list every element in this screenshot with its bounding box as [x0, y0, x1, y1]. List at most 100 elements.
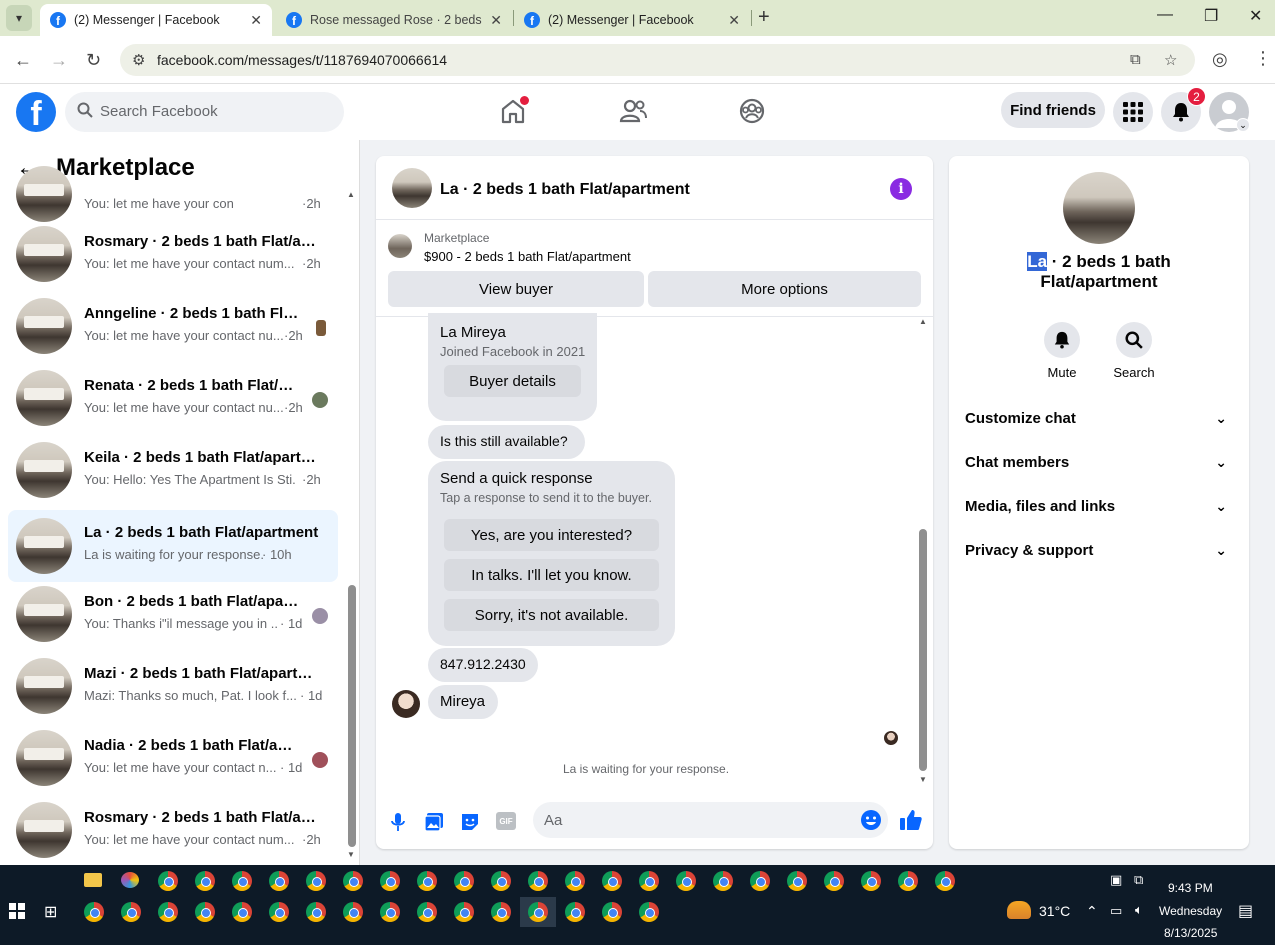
chrome-taskbar-icon[interactable]	[750, 871, 770, 891]
inbox-scrollbar-thumb[interactable]	[348, 585, 356, 847]
conversation-item[interactable]: Anngeline · 2 beds 1 bath Flat... You: l…	[8, 294, 338, 358]
notification-center-icon[interactable]: ▤	[1238, 901, 1253, 921]
media-files-links-row[interactable]: Media, files and links ⌄	[965, 498, 1233, 526]
thumbs-up-icon[interactable]	[899, 808, 923, 832]
chrome-taskbar-icon[interactable]	[343, 902, 363, 922]
conversation-item[interactable]: Rosmary · 2 beds 1 bath Flat/apa... You:…	[8, 798, 338, 862]
info-icon[interactable]: i	[890, 178, 912, 200]
chrome-taskbar-icon[interactable]	[676, 871, 696, 891]
tab-messenger-active[interactable]: f (2) Messenger | Facebook ✕	[40, 4, 272, 36]
file-explorer-icon[interactable]	[84, 873, 102, 887]
weather-temp[interactable]: 31°C	[1039, 903, 1070, 919]
conversation-item-selected[interactable]: La · 2 beds 1 bath Flat/apartment La is …	[8, 510, 338, 582]
site-settings-icon[interactable]: ⚙	[132, 51, 145, 69]
chrome-taskbar-icon[interactable]	[528, 871, 548, 891]
chrome-taskbar-icon[interactable]	[84, 902, 104, 922]
volume-icon[interactable]: 🔈︎	[1135, 902, 1143, 918]
scroll-up-arrow-icon[interactable]: ▲	[347, 190, 355, 199]
chrome-menu-icon[interactable]: ⋮	[1254, 48, 1272, 69]
url-text[interactable]: facebook.com/messages/t/1187694070066614	[157, 52, 447, 68]
listing-price-title[interactable]: $900 - 2 beds 1 bath Flat/apartment	[424, 249, 631, 264]
facebook-search-input[interactable]: Search Facebook	[65, 92, 344, 132]
chat-members-row[interactable]: Chat members ⌄	[965, 454, 1233, 482]
conversation-item[interactable]: Nadia · 2 beds 1 bath Flat/apa... You: l…	[8, 726, 338, 790]
chrome-taskbar-icon[interactable]	[158, 871, 178, 891]
sticker-icon[interactable]	[460, 812, 480, 832]
chrome-taskbar-icon[interactable]	[491, 871, 511, 891]
chrome-taskbar-icon[interactable]	[454, 871, 474, 891]
chrome-taskbar-icon-active[interactable]	[528, 902, 548, 922]
chrome-taskbar-icon[interactable]	[306, 902, 326, 922]
new-tab-icon[interactable]: +	[758, 6, 770, 29]
chrome-taskbar-icon[interactable]	[269, 902, 289, 922]
system-tray-chevron-icon[interactable]: ⌃	[1086, 903, 1098, 920]
chrome-taskbar-icon[interactable]	[269, 871, 289, 891]
chrome-taskbar-icon[interactable]	[343, 871, 363, 891]
chrome-taskbar-icon[interactable]	[232, 902, 252, 922]
chrome-taskbar-icon[interactable]	[380, 902, 400, 922]
chrome-taskbar-icon[interactable]	[454, 902, 474, 922]
mute-button[interactable]: Mute	[1032, 322, 1092, 380]
chrome-taskbar-icon[interactable]	[639, 902, 659, 922]
account-chevron-icon[interactable]: ⌄	[1236, 118, 1250, 132]
minimize-icon[interactable]: —	[1157, 6, 1173, 24]
tab-close-icon[interactable]: ✕	[728, 12, 740, 29]
chat-scroll-down-icon[interactable]: ▼	[919, 775, 927, 784]
scroll-down-arrow-icon[interactable]: ▼	[347, 850, 355, 859]
conversation-item[interactable]: Rosmary · 2 beds 1 bath Flat/apa... You:…	[8, 222, 338, 286]
quick-response-unavailable-button[interactable]: Sorry, it's not available.	[444, 599, 659, 631]
tab-close-icon[interactable]: ✕	[486, 12, 502, 29]
quick-response-talks-button[interactable]: In talks. I'll let you know.	[444, 559, 659, 591]
network-icon[interactable]: ▭	[1110, 903, 1122, 919]
bookmark-star-icon[interactable]: ☆	[1164, 51, 1177, 69]
meet-now-icon[interactable]: ▣	[1110, 872, 1122, 888]
chrome-taskbar-icon[interactable]	[602, 902, 622, 922]
quick-response-yes-button[interactable]: Yes, are you interested?	[444, 519, 659, 551]
search-conversation-button[interactable]: Search	[1104, 322, 1164, 380]
chrome-taskbar-icon[interactable]	[417, 902, 437, 922]
buyer-avatar[interactable]	[392, 690, 420, 718]
page-scrollbar[interactable]	[1266, 140, 1275, 865]
chrome-taskbar-icon[interactable]	[158, 902, 178, 922]
restore-icon[interactable]: ❐	[1204, 6, 1218, 26]
conversation-item[interactable]: Bon · 2 beds 1 bath Flat/apart... You: T…	[8, 582, 338, 646]
install-app-icon[interactable]: ⧉	[1130, 51, 1141, 68]
profile-icon[interactable]: ◎	[1212, 49, 1228, 70]
chrome-taskbar-icon[interactable]	[491, 902, 511, 922]
chrome-taskbar-icon[interactable]	[306, 871, 326, 891]
friends-icon[interactable]	[618, 96, 648, 126]
chat-title[interactable]: La · 2 beds 1 bath Flat/apartment	[440, 181, 690, 199]
conversation-item[interactable]: You: let me have your contact num... ·2h	[8, 162, 338, 226]
buyer-details-button[interactable]: Buyer details	[444, 365, 581, 397]
forward-arrow-icon[interactable]: →	[50, 50, 68, 71]
clock-time[interactable]: 9:43 PM	[1168, 881, 1213, 895]
chrome-taskbar-icon[interactable]	[861, 871, 881, 891]
more-options-button[interactable]: More options	[648, 271, 921, 307]
tab-close-icon[interactable]: ✕	[250, 12, 262, 29]
chrome-taskbar-icon[interactable]	[898, 871, 918, 891]
message-input[interactable]: Aa	[533, 802, 888, 838]
conversation-item[interactable]: Mazi · 2 beds 1 bath Flat/apartm... Mazi…	[8, 654, 338, 718]
view-buyer-button[interactable]: View buyer	[388, 271, 644, 307]
chrome-taskbar-icon[interactable]	[417, 871, 437, 891]
microphone-icon[interactable]	[388, 812, 408, 832]
privacy-support-row[interactable]: Privacy & support ⌄	[965, 542, 1233, 570]
windows-start-icon[interactable]	[9, 903, 25, 919]
back-arrow-icon[interactable]: ←	[14, 50, 32, 71]
reload-icon[interactable]: ↻	[86, 50, 101, 71]
photo-icon[interactable]	[424, 812, 444, 832]
chat-avatar[interactable]	[392, 168, 432, 208]
chrome-taskbar-icon[interactable]	[639, 871, 659, 891]
chrome-taskbar-icon[interactable]	[380, 871, 400, 891]
find-friends-button[interactable]: Find friends	[1001, 92, 1105, 128]
chrome-taskbar-icon[interactable]	[232, 871, 252, 891]
tab-rose-message[interactable]: f Rose messaged Rose · 2 beds 1 ✕	[276, 4, 512, 36]
groups-icon[interactable]	[737, 96, 767, 126]
facebook-logo-icon[interactable]: f	[16, 92, 56, 132]
chrome-taskbar-icon[interactable]	[935, 871, 955, 891]
emoji-icon[interactable]	[860, 809, 882, 831]
menu-grid-button[interactable]	[1113, 92, 1153, 132]
task-view-icon[interactable]: ⊞	[44, 902, 57, 922]
chrome-taskbar-icon[interactable]	[565, 871, 585, 891]
chrome-taskbar-icon[interactable]	[602, 871, 622, 891]
